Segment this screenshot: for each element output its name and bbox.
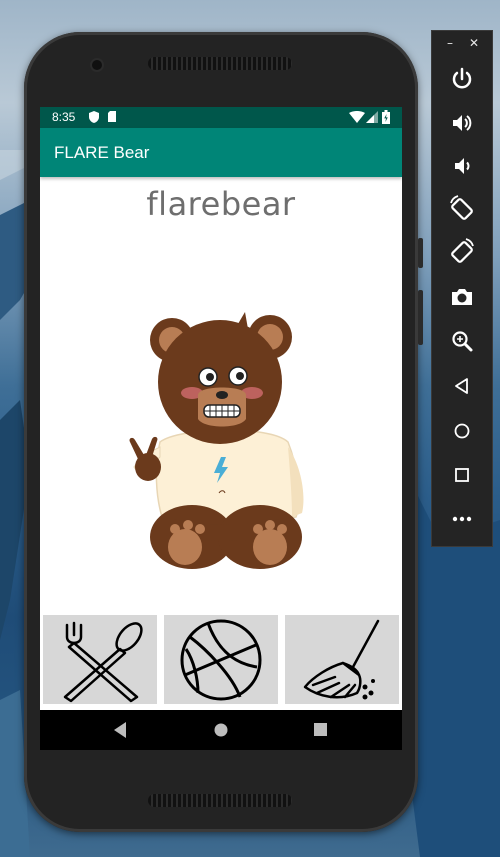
app-bar: FLARE Bear	[40, 128, 402, 177]
basketball-icon	[180, 619, 262, 701]
broom-icon	[303, 619, 380, 700]
back-icon[interactable]	[100, 710, 140, 750]
emulator-toolbar: – ✕	[431, 30, 493, 547]
feed-button[interactable]	[43, 615, 157, 704]
bear-illustration	[129, 312, 304, 569]
volume-down-icon[interactable]	[446, 150, 478, 182]
volume-side-button	[418, 290, 423, 345]
status-time: 8:35	[52, 110, 76, 124]
zoom-icon[interactable]	[446, 325, 478, 357]
action-bar	[40, 614, 402, 708]
status-bar: 8:35	[40, 107, 402, 128]
play-button[interactable]	[164, 615, 278, 704]
minimize-button[interactable]: –	[442, 35, 458, 51]
fork-spoon-icon	[63, 621, 143, 703]
overview-icon[interactable]	[446, 459, 478, 491]
power-icon[interactable]	[446, 63, 478, 95]
rotate-right-icon[interactable]	[446, 236, 478, 268]
signal-icon	[366, 111, 378, 123]
shield-icon	[89, 111, 99, 123]
top-speaker	[148, 57, 292, 70]
sd-card-icon	[108, 111, 116, 122]
rotate-left-icon[interactable]	[446, 193, 478, 225]
home-icon[interactable]	[446, 415, 478, 447]
power-side-button	[418, 238, 423, 268]
app-title: FLARE Bear	[54, 143, 150, 162]
back-icon[interactable]	[446, 370, 478, 402]
bear-name: flarebear	[146, 185, 296, 223]
bottom-speaker	[148, 794, 292, 807]
battery-icon	[382, 110, 390, 124]
volume-up-icon[interactable]	[446, 107, 478, 139]
more-icon[interactable]	[446, 503, 478, 535]
close-button[interactable]: ✕	[466, 35, 482, 51]
recents-icon[interactable]	[301, 710, 341, 750]
navigation-bar	[40, 710, 402, 750]
wifi-icon	[349, 111, 365, 123]
screen: 8:35 FLARE Bear flarebear	[40, 107, 402, 750]
home-icon[interactable]	[201, 710, 241, 750]
camera-icon[interactable]	[446, 281, 478, 313]
clean-button[interactable]	[285, 615, 399, 704]
front-camera	[92, 60, 102, 70]
